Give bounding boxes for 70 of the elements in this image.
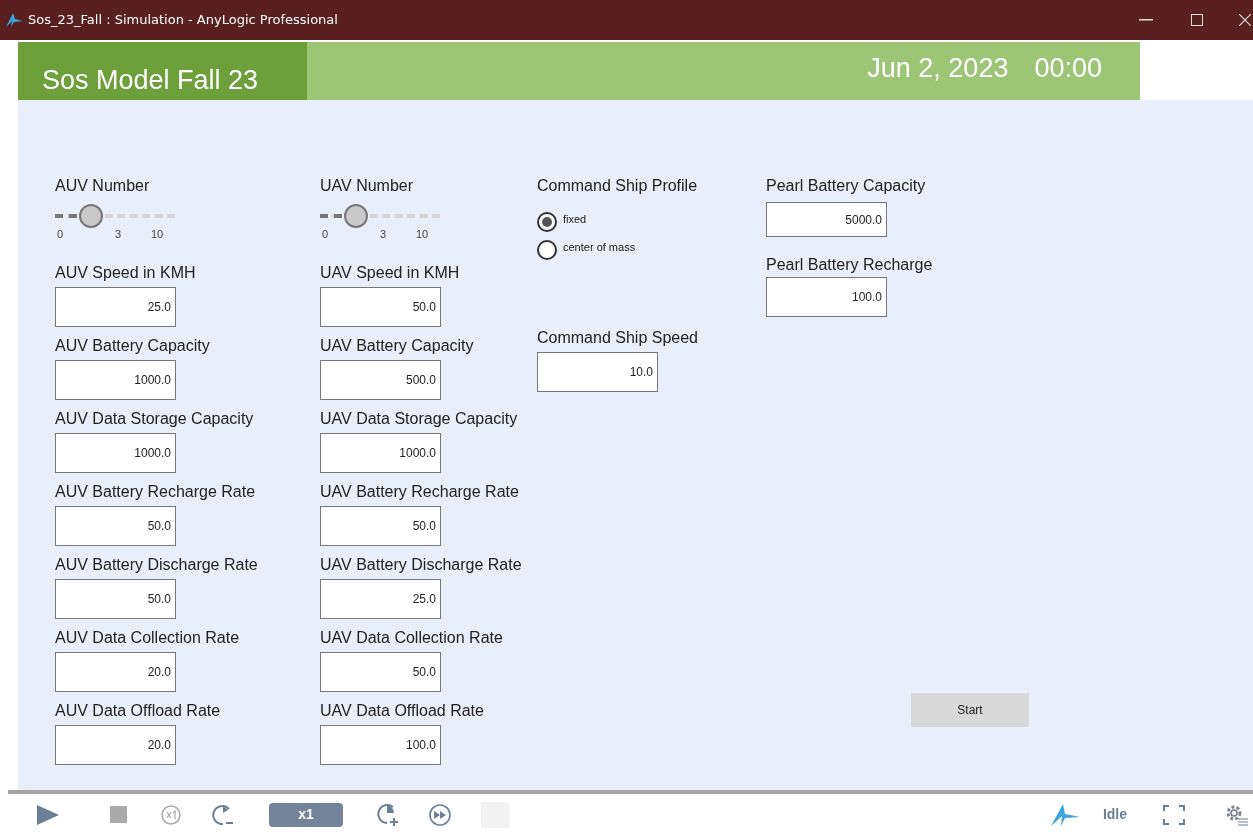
number-field[interactable]: 25.0 xyxy=(55,287,176,327)
number-field[interactable]: 50.0 xyxy=(320,506,441,546)
slider-thumb[interactable] xyxy=(344,204,368,228)
radio-option[interactable]: center of mass xyxy=(537,240,766,260)
number-field[interactable]: 50.0 xyxy=(55,506,176,546)
number-field[interactable]: 50.0 xyxy=(55,579,176,619)
field-label: AUV Battery Discharge Rate xyxy=(55,555,259,575)
window-title: Sos_23_Fall : Simulation - AnyLogic Professional xyxy=(28,11,338,30)
field-label: Pearl Battery Capacity xyxy=(766,176,927,196)
radio-button[interactable] xyxy=(537,240,557,260)
field-label: AUV Data Offload Rate xyxy=(55,701,222,721)
slider-thumb[interactable] xyxy=(79,204,103,228)
number-field[interactable]: 500.0 xyxy=(320,360,441,400)
play-icon[interactable] xyxy=(36,803,60,826)
fast-forward-icon[interactable] xyxy=(429,803,451,826)
slider-track[interactable] xyxy=(55,204,175,228)
number-field[interactable]: 1000.0 xyxy=(55,433,176,473)
number-field[interactable]: 20.0 xyxy=(55,725,176,765)
field-label: Pearl Battery Recharge xyxy=(766,255,933,275)
reset-speed-icon[interactable] xyxy=(161,804,181,825)
field-label: UAV Number xyxy=(320,176,415,196)
radio-button[interactable] xyxy=(537,212,557,232)
field-label: UAV Data Offload Rate xyxy=(320,701,485,721)
field-label: AUV Speed in KMH xyxy=(55,263,197,283)
number-field[interactable]: 1000.0 xyxy=(55,360,176,400)
field-label: AUV Data Storage Capacity xyxy=(55,409,255,429)
field-label: UAV Data Collection Rate xyxy=(320,628,504,648)
app-logo-icon xyxy=(4,12,24,28)
tick-label: 3 xyxy=(115,228,122,240)
tick-label: 10 xyxy=(416,228,429,240)
field-label: Command Ship Profile xyxy=(537,176,699,196)
close-icon[interactable] xyxy=(1239,14,1251,26)
field-label: UAV Battery Capacity xyxy=(320,336,475,356)
number-field[interactable]: 100.0 xyxy=(320,725,441,765)
fullscreen-icon[interactable] xyxy=(1163,804,1185,825)
speed-button[interactable]: x1 xyxy=(269,802,343,827)
field-label: UAV Battery Recharge Rate xyxy=(320,482,520,502)
number-field[interactable]: 25.0 xyxy=(320,579,441,619)
number-field[interactable]: 50.0 xyxy=(320,652,441,692)
maximize-icon[interactable] xyxy=(1191,14,1203,26)
settings-icon[interactable] xyxy=(1225,803,1249,826)
status-text: Idle xyxy=(1102,805,1127,824)
tick-label: 0 xyxy=(322,228,329,240)
number-field[interactable]: 50.0 xyxy=(320,287,441,327)
number-field[interactable]: 20.0 xyxy=(55,652,176,692)
slider-track[interactable] xyxy=(320,204,440,228)
field-label: UAV Battery Discharge Rate xyxy=(320,555,523,575)
app-logo-icon xyxy=(1048,802,1081,827)
slow-down-icon[interactable] xyxy=(211,802,235,827)
tick-label: 0 xyxy=(57,228,64,240)
model-title: Sos Model Fall 23 xyxy=(42,64,259,97)
field-label: Command Ship Speed xyxy=(537,328,699,348)
number-field[interactable]: 100.0 xyxy=(766,277,887,317)
field-label: UAV Data Storage Capacity xyxy=(320,409,519,429)
time-text: 00:00 xyxy=(1034,52,1102,84)
number-field[interactable]: 10.0 xyxy=(537,352,658,392)
number-field[interactable]: 1000.0 xyxy=(320,433,441,473)
number-field[interactable]: 5000.0 xyxy=(766,202,887,237)
field-label: AUV Data Collection Rate xyxy=(55,628,241,648)
radio-option[interactable]: fixed xyxy=(537,212,766,232)
tick-label: 3 xyxy=(380,228,387,240)
field-label: AUV Battery Capacity xyxy=(55,336,211,356)
speed-up-icon[interactable] xyxy=(375,801,401,828)
date-text: Jun 2, 2023 xyxy=(867,52,1009,84)
field-label: AUV Battery Recharge Rate xyxy=(55,482,257,502)
minimize-icon[interactable] xyxy=(1139,19,1153,21)
field-label: UAV Speed in KMH xyxy=(320,263,461,283)
tick-label: 10 xyxy=(151,228,164,240)
field-label: AUV Number xyxy=(55,176,151,196)
start-button[interactable]: Start xyxy=(911,693,1029,727)
